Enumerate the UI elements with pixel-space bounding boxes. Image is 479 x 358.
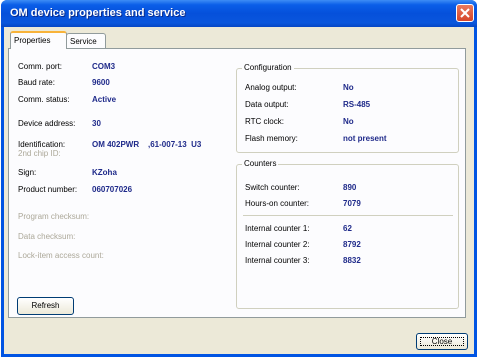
device-address-value: 30 [92,119,101,128]
counters-title: Counters [242,159,279,168]
identification-label: Identification: [18,140,66,149]
internal-counter-3-label: Internal counter 3: [245,256,310,265]
program-checksum-label: Program checksum: [18,212,90,221]
comm-status-value: Active [92,95,117,104]
flash-memory-value: not present [343,134,387,143]
internal-counter-1-value: 62 [343,224,352,233]
rtc-clock-label: RTC clock: [245,117,284,126]
title-bar[interactable]: OM device properties and service [1,0,477,27]
analog-output-label: Analog output: [245,83,297,92]
tab-service[interactable]: Service [66,33,106,48]
switch-counter-label: Switch counter: [245,183,300,192]
configuration-group: Configuration Analog output: No Data out… [236,63,459,153]
configuration-title: Configuration [242,63,294,72]
window-title: OM device properties and service [10,7,186,19]
internal-counter-3-value: 8832 [343,256,361,265]
focus-rectangle [420,337,464,346]
product-number-label: Product number: [18,185,78,194]
window-close-button[interactable] [456,4,474,22]
sign-value: KZoha [92,168,117,177]
close-button[interactable]: Close [416,333,468,350]
dialog-client-area: Properties Service Comm. port: COM3 Baud… [4,27,474,354]
lock-item-access-count-label: Lock-item access count: [18,251,104,260]
internal-counter-2-value: 8792 [343,240,361,249]
analog-output-value: No [343,83,354,92]
flash-memory-label: Flash memory: [245,134,298,143]
tab-properties[interactable]: Properties [10,31,67,49]
baud-rate-label: Baud rate: [18,78,55,87]
internal-counter-2-label: Internal counter 2: [245,240,310,249]
hours-on-counter-value: 7079 [343,199,361,208]
data-output-label: Data output: [245,100,289,109]
properties-panel: Comm. port: COM3 Baud rate: 9600 Comm. s… [8,48,466,318]
close-icon [460,8,470,18]
counters-group: Counters Switch counter: 890 Hours-on co… [236,159,459,309]
switch-counter-value: 890 [343,183,357,192]
rtc-clock-value: No [343,117,354,126]
hours-on-counter-label: Hours-on counter: [245,199,310,208]
counters-separator [243,215,453,216]
data-output-value: RS-485 [343,100,371,109]
identification-value: OM 402PWR ,61-007-13 U3 [92,140,202,149]
device-address-label: Device address: [18,119,76,128]
comm-port-value: COM3 [92,62,116,71]
data-checksum-label: Data checksum: [18,232,76,241]
comm-status-label: Comm. status: [18,95,70,104]
sign-label: Sign: [18,168,37,177]
dialog-window: OM device properties and service Propert… [1,0,477,357]
comm-port-label: Comm. port: [18,62,63,71]
internal-counter-1-label: Internal counter 1: [245,224,310,233]
product-number-value: 060707026 [92,185,133,194]
refresh-button[interactable]: Refresh [17,297,74,315]
second-chip-label: 2nd chip ID: [18,149,61,158]
baud-rate-value: 9600 [92,78,110,87]
